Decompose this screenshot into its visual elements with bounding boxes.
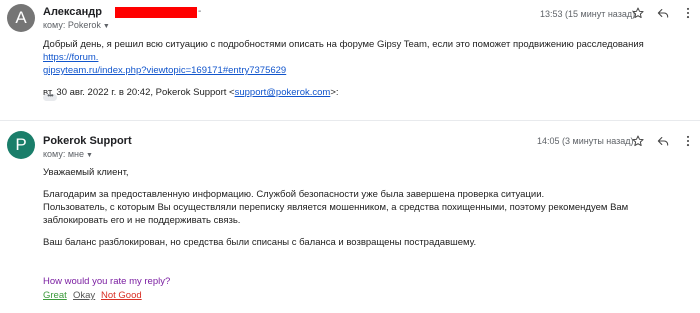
recipient-details[interactable]: кому: Pokerok ▼ [43,20,110,30]
paragraph-1-line-2: Пользователь, с которым Вы осуществляли … [43,202,629,226]
message-body-line: Добрый день, я решил всю ситуацию с подр… [43,38,663,77]
recipient-label: кому: мне [43,149,84,159]
quote-header: вт, 30 авг. 2022 г. в 20:42, Pokerok Sup… [43,86,663,99]
recipient-details[interactable]: кому: мне ▼ [43,149,93,159]
message-1: A Александр - кому: Pokerok ▼ 13:53 (15 м… [0,0,700,120]
message-body: Добрый день, я решил всю ситуацию с подр… [43,38,663,99]
support-email-link[interactable]: support@pokerok.com [235,87,331,98]
star-icon[interactable] [631,134,645,148]
caret-down-icon[interactable]: ▼ [86,152,93,159]
message-2: P Pokerok Support кому: мне ▼ 14:05 (3 ми… [0,121,700,313]
recipient-label: кому: Pokerok [43,20,101,30]
show-trimmed-content-button[interactable]: ••• [43,92,57,101]
sender-email-fragment: - [198,6,202,17]
quote-prefix: вт, 30 авг. 2022 г. в 20:42, Pokerok Sup… [43,87,235,98]
forum-link-continued[interactable]: gipsyteam.ru/index.php?viewtopic=169171#… [43,65,286,76]
more-vert-icon[interactable] [681,134,695,148]
sender-avatar[interactable]: P [7,131,35,159]
rate-great-link[interactable]: Great [43,290,67,301]
rate-not-good-link[interactable]: Not Good [101,290,142,301]
star-icon[interactable] [631,6,645,20]
sender-name[interactable]: Pokerok Support [43,135,132,147]
caret-down-icon[interactable]: ▼ [103,23,110,30]
message-body: Уважаемый клиент, Благодарим за предоста… [43,166,663,249]
redaction-bar [115,7,197,18]
sender-name[interactable]: Александр [43,6,102,18]
greeting: Уважаемый клиент, [43,167,129,178]
forum-link[interactable]: https://forum. [43,52,98,63]
reply-icon[interactable] [656,134,670,148]
paragraph-2: Ваш баланс разблокирован, но средства бы… [43,237,477,248]
body-text: Добрый день, я решил всю ситуацию с подр… [43,39,644,50]
quote-suffix: >: [330,87,339,98]
message-time: 13:53 (15 минут назад) [540,9,636,19]
paragraph-1: Благодарим за предоставленную информацию… [43,188,663,227]
paragraph-1-line-1: Благодарим за предоставленную информацию… [43,189,545,200]
more-vert-icon[interactable] [681,6,695,20]
rating-question: How would you rate my reply? [43,276,171,287]
sender-avatar[interactable]: A [7,4,35,32]
reply-icon[interactable] [656,6,670,20]
rate-okay-link[interactable]: Okay [73,290,95,301]
message-time: 14:05 (3 минуты назад) [537,136,634,146]
